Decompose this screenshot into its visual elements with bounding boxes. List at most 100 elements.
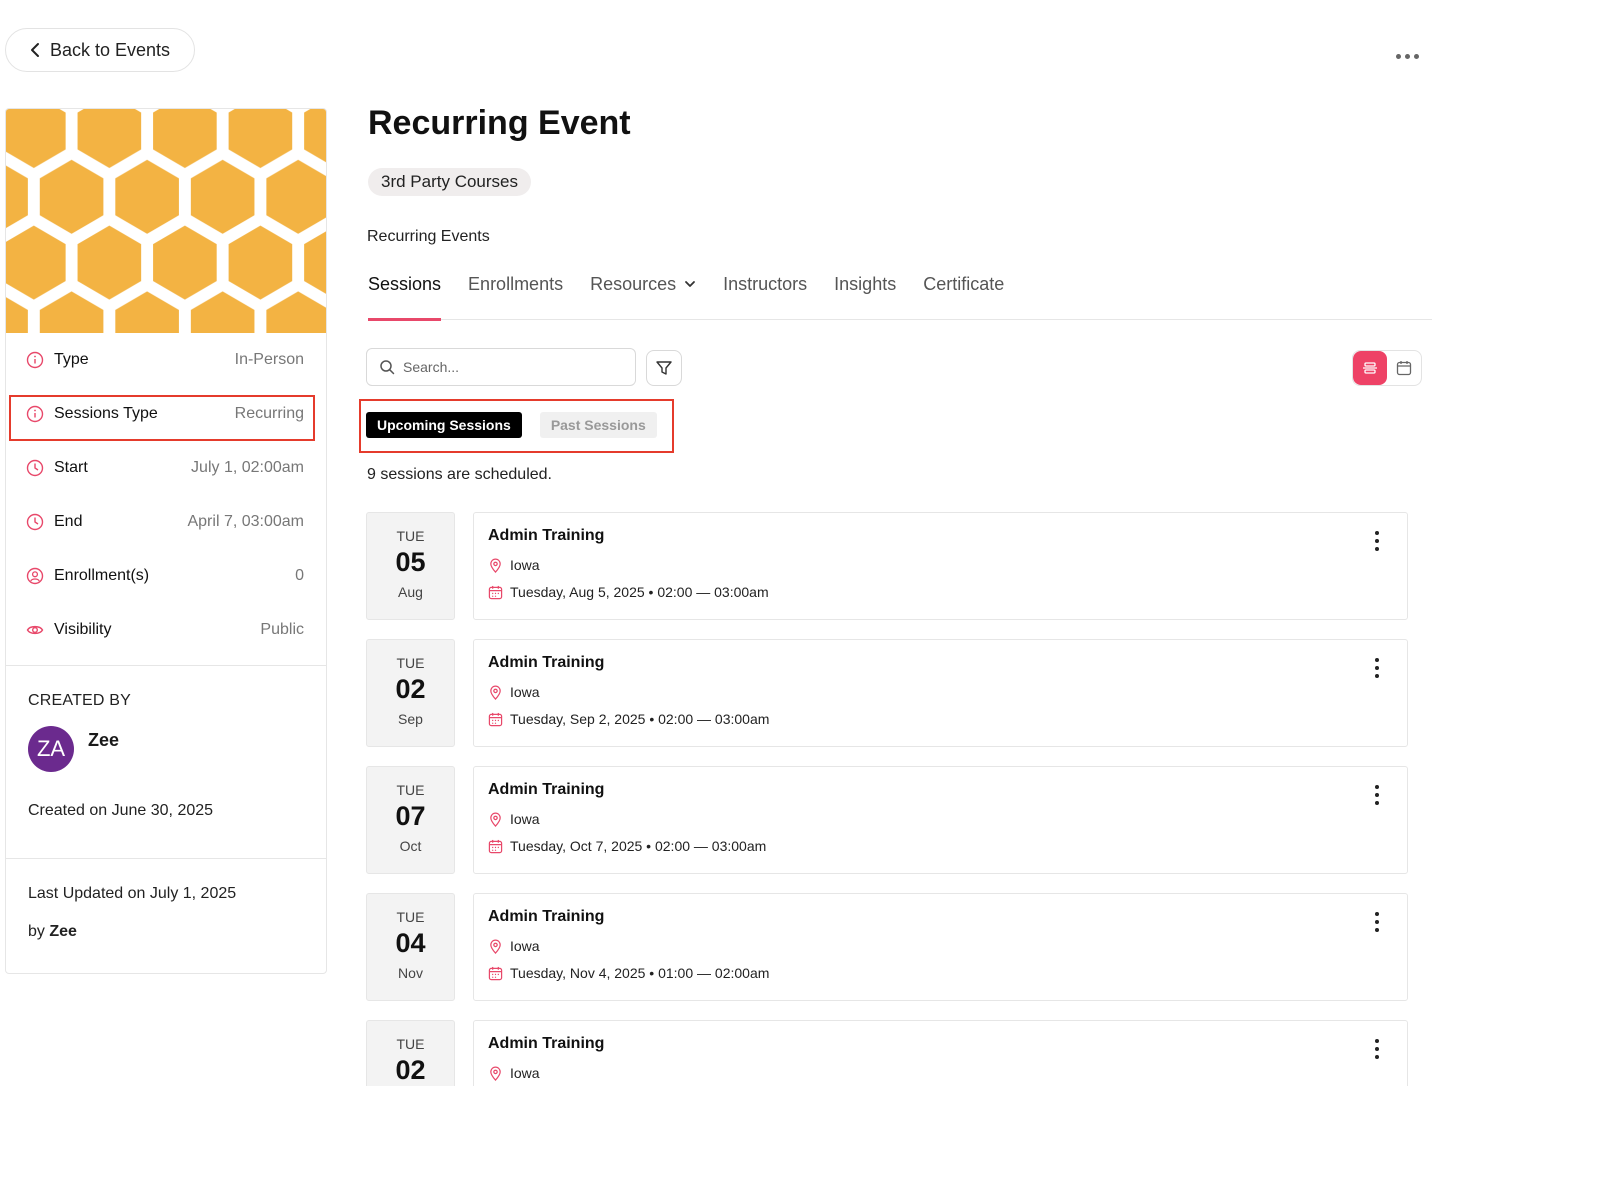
meta-value: Public — [260, 621, 304, 638]
session-location: Iowa — [488, 811, 1407, 827]
session-time: Tuesday, Aug 5, 2025 • 02:00 — 03:00am — [488, 584, 1407, 600]
session-location: Iowa — [488, 557, 1407, 573]
calendar-icon — [488, 966, 503, 980]
upcoming-sessions-button[interactable]: Upcoming Sessions — [366, 412, 522, 438]
session-day: 07 — [395, 801, 426, 831]
session-more-icon[interactable] — [1373, 785, 1381, 805]
meta-type: Type In-Person — [26, 333, 304, 387]
session-location-text: Iowa — [510, 811, 540, 827]
meta-value: April 7, 03:00am — [187, 513, 304, 530]
search-input[interactable] — [403, 359, 623, 375]
updated-by-name: Zee — [49, 923, 77, 940]
session-month: Nov — [398, 965, 423, 981]
chevron-left-icon — [31, 43, 39, 57]
updated-by-prefix: by — [28, 923, 45, 940]
session-location-text: Iowa — [510, 557, 540, 573]
session-weekday: TUE — [396, 909, 425, 925]
session-segments: Upcoming Sessions Past Sessions — [366, 412, 657, 438]
filter-button[interactable] — [646, 350, 682, 386]
tab-label: Enrollments — [468, 274, 564, 294]
session-card[interactable]: Admin Training Iowa Tuesday, Sep 2, 2025… — [473, 639, 1408, 747]
session-month: Sep — [398, 711, 423, 727]
session-title: Admin Training — [488, 1035, 605, 1052]
created-by-heading: CREATED BY — [28, 692, 132, 709]
past-sessions-button[interactable]: Past Sessions — [539, 412, 657, 438]
session-date: TUE 07 Oct — [366, 766, 455, 874]
session-day: 05 — [395, 547, 426, 577]
event-meta-list: Type In-Person Sessions Type Recurring S… — [6, 333, 326, 657]
session-more-icon[interactable] — [1373, 531, 1381, 551]
user-icon — [26, 567, 44, 585]
session-time-text: Tuesday, Nov 4, 2025 • 01:00 — 02:00am — [510, 965, 770, 981]
creator-name: Zee — [88, 730, 120, 750]
tab-label: Resources — [590, 274, 677, 294]
session-location: Iowa — [488, 1065, 1407, 1081]
session-weekday: TUE — [396, 528, 425, 544]
session-weekday: TUE — [396, 1036, 425, 1052]
meta-label: Visibility — [54, 621, 112, 638]
updated-by: by Zee — [28, 923, 304, 941]
session-day: 02 — [395, 1055, 426, 1085]
tab-label: Certificate — [923, 274, 1005, 294]
event-cover-image — [6, 109, 326, 333]
meta-value: In-Person — [234, 351, 304, 368]
session-location-text: Iowa — [510, 684, 540, 700]
sessions-count: 9 sessions are scheduled. — [367, 466, 552, 483]
session-card[interactable]: Admin Training Iowa — [473, 1020, 1408, 1086]
view-toggle — [1352, 350, 1422, 386]
list-view-icon — [1363, 362, 1377, 374]
session-time: Tuesday, Sep 2, 2025 • 02:00 — 03:00am — [488, 711, 1407, 727]
calendar-icon — [488, 839, 503, 853]
annotation-highlight-sessions-type — [9, 395, 315, 441]
session-title: Admin Training — [488, 527, 605, 544]
session-weekday: TUE — [396, 782, 425, 798]
session-day: 02 — [395, 674, 426, 704]
session-time-text: Tuesday, Sep 2, 2025 • 02:00 — 03:00am — [510, 711, 770, 727]
search-icon — [380, 360, 395, 375]
session-card[interactable]: Admin Training Iowa Tuesday, Aug 5, 2025… — [473, 512, 1408, 620]
session-location-text: Iowa — [510, 1065, 540, 1081]
session-more-icon[interactable] — [1373, 912, 1381, 932]
location-pin-icon — [490, 812, 501, 827]
page-title: Recurring Event — [368, 104, 631, 142]
chevron-down-icon — [685, 281, 696, 287]
calendar-view-button[interactable] — [1387, 351, 1421, 385]
tab-certificate[interactable]: Certificate — [923, 274, 1004, 320]
avatar[interactable]: ZA — [28, 726, 74, 772]
session-title: Admin Training — [488, 654, 605, 671]
created-on-date: Created on June 30, 2025 — [28, 802, 214, 819]
category-badge[interactable]: 3rd Party Courses — [368, 168, 531, 196]
last-updated-date: Last Updated on July 1, 2025 — [28, 885, 237, 902]
tab-sessions[interactable]: Sessions — [368, 274, 442, 321]
session-time: Tuesday, Oct 7, 2025 • 02:00 — 03:00am — [488, 838, 1407, 854]
tab-instructors[interactable]: Instructors — [723, 274, 807, 320]
meta-value: July 1, 02:00am — [191, 459, 304, 476]
sessions-list: TUE 05 Aug Admin Training Iowa Tuesday, … — [366, 512, 1416, 1086]
meta-end: End April 7, 03:00am — [26, 495, 304, 549]
eye-icon — [26, 621, 44, 639]
tab-resources[interactable]: Resources — [590, 274, 696, 320]
calendar-icon — [488, 712, 503, 726]
session-date: TUE 02 Sep — [366, 639, 455, 747]
tab-insights[interactable]: Insights — [834, 274, 896, 320]
session-row: TUE 07 Oct Admin Training Iowa Tuesday, … — [366, 766, 1416, 874]
meta-visibility: Visibility Public — [26, 603, 304, 657]
info-icon — [26, 351, 44, 369]
session-card[interactable]: Admin Training Iowa Tuesday, Nov 4, 2025… — [473, 893, 1408, 1001]
tab-label: Sessions — [368, 274, 442, 294]
location-pin-icon — [490, 1066, 501, 1081]
session-card[interactable]: Admin Training Iowa Tuesday, Oct 7, 2025… — [473, 766, 1408, 874]
more-options-icon[interactable] — [1390, 46, 1424, 66]
meta-enrollments: Enrollment(s) 0 — [26, 549, 304, 603]
session-more-icon[interactable] — [1373, 1039, 1381, 1059]
event-details-card: Type In-Person Sessions Type Recurring S… — [5, 108, 327, 974]
session-location-text: Iowa — [510, 938, 540, 954]
clock-icon — [26, 459, 44, 477]
back-to-events-button[interactable]: Back to Events — [5, 28, 195, 72]
list-view-button[interactable] — [1353, 351, 1387, 385]
breadcrumb[interactable]: Recurring Events — [367, 228, 490, 246]
session-date: TUE 02 — [366, 1020, 455, 1086]
meta-label: End — [54, 513, 83, 530]
tab-enrollments[interactable]: Enrollments — [468, 274, 563, 320]
session-more-icon[interactable] — [1373, 658, 1381, 678]
